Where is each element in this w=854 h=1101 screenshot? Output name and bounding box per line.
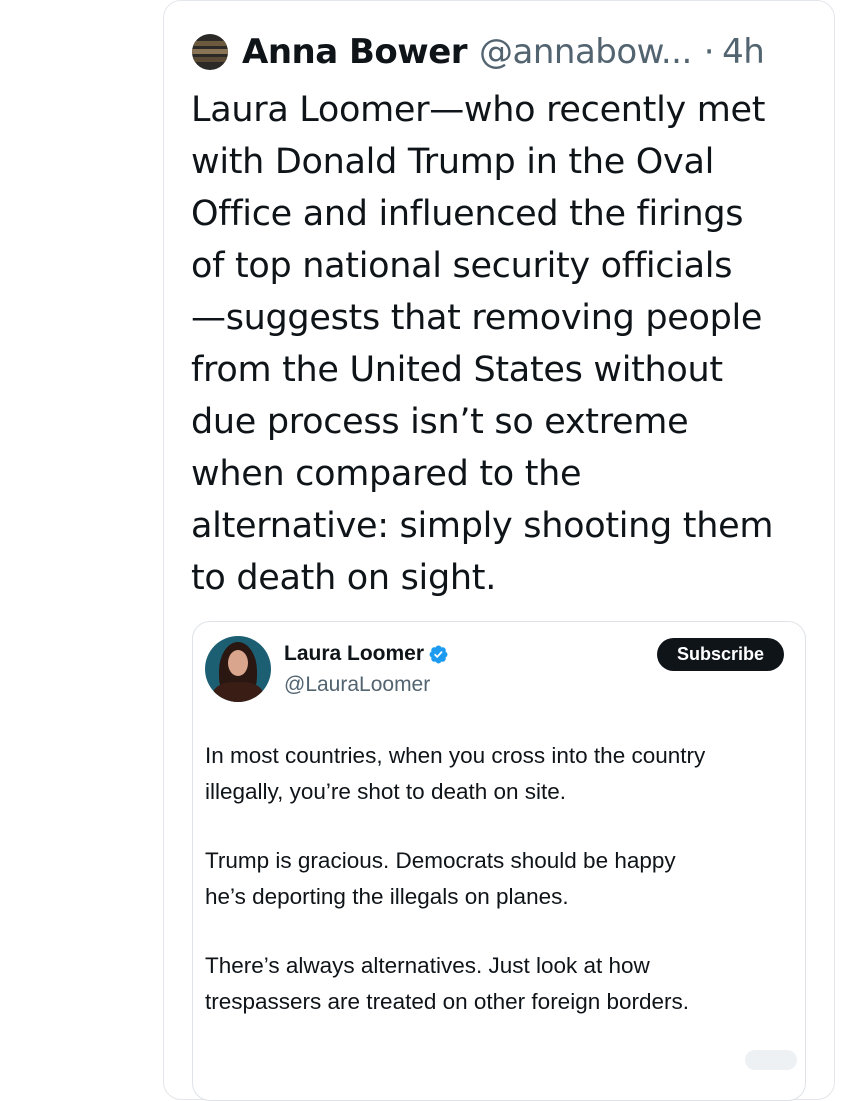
quoted-author-handle[interactable]: @LauraLoomer (284, 673, 430, 697)
verified-badge-icon (429, 645, 448, 663)
quoted-author-avatar[interactable] (205, 636, 271, 702)
post-text-line: from the United States without (191, 350, 723, 390)
post-text-line: Office and influenced the firings (191, 194, 744, 234)
author-handle[interactable]: @annabow... (479, 32, 692, 72)
author-name[interactable]: Anna Bower (242, 32, 468, 72)
separator-dot: · (703, 32, 715, 72)
post-text-line: with Donald Trump in the Oval (191, 142, 715, 182)
quoted-paragraph: In most countries, when you cross into t… (205, 738, 795, 810)
quoted-text-line: illegally, you’re shot to death on site. (205, 779, 567, 804)
post-text-line: to death on sight. (191, 558, 497, 598)
post-text: Laura Loomer—who recently met with Donal… (191, 84, 821, 604)
post-text-line: due process isn’t so extreme (191, 402, 689, 442)
quoted-paragraph: There’s always alternatives. Just look a… (205, 948, 795, 1020)
quoted-text-line: In most countries, when you cross into t… (205, 743, 706, 768)
post-text-line: of top national security officials (191, 246, 733, 286)
post-text-line: alternative: simply shooting them (191, 506, 774, 546)
quoted-post-text: In most countries, when you cross into t… (205, 738, 795, 1053)
post-text-line: when compared to the (191, 454, 582, 494)
quoted-text-line: trespassers are treated on other foreign… (205, 989, 690, 1014)
post-header: Anna Bower @annabow... · 4h (192, 28, 765, 76)
quoted-paragraph: Trump is gracious. Democrats should be h… (205, 843, 795, 915)
quoted-author-name[interactable]: Laura Loomer (284, 642, 424, 666)
quoted-text-line: he’s deporting the illegals on planes. (205, 884, 569, 909)
quoted-post-card[interactable]: Laura Loomer @LauraLoomer Subscribe In m… (192, 621, 806, 1101)
post-text-line: Laura Loomer—who recently met (191, 90, 766, 130)
quoted-text-line: There’s always alternatives. Just look a… (205, 953, 650, 978)
post-timestamp[interactable]: 4h (722, 32, 765, 72)
quoted-text-line: Trump is gracious. Democrats should be h… (205, 848, 676, 873)
cutoff-chip (745, 1050, 797, 1070)
quoted-author-row: Laura Loomer (284, 642, 449, 666)
author-avatar[interactable] (192, 34, 228, 70)
post-text-line: —suggests that removing people (191, 298, 763, 338)
subscribe-button[interactable]: Subscribe (657, 638, 784, 671)
